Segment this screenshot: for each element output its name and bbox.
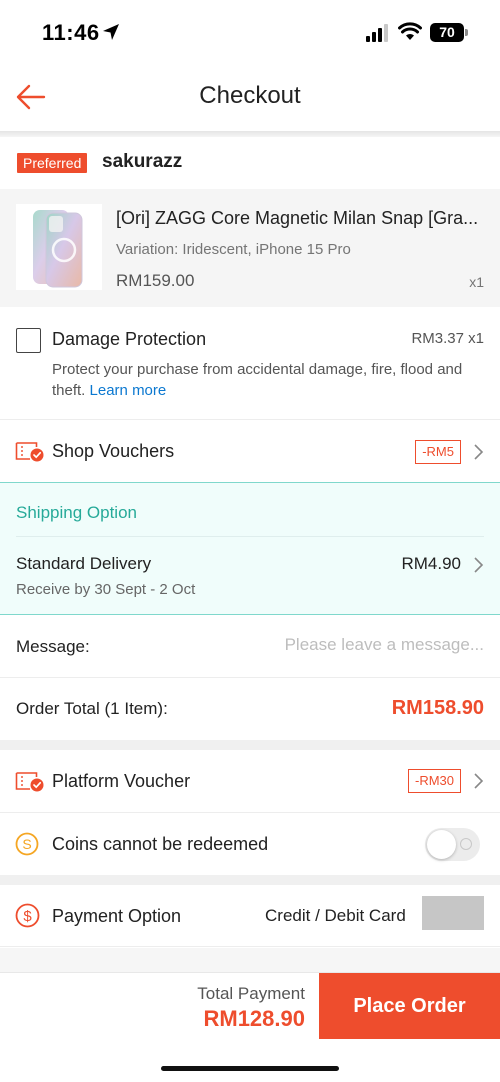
coins-row: S Coins cannot be redeemed [0, 813, 500, 875]
voucher-ticket-icon [15, 442, 44, 462]
battery-indicator: 70 [430, 23, 464, 42]
delivery-method: Standard Delivery [16, 554, 152, 573]
shop-voucher-tag: -RM5 [415, 440, 461, 464]
wifi-icon [398, 22, 422, 40]
section-gap [0, 875, 500, 885]
total-payment-value: RM128.90 [203, 1006, 305, 1031]
order-total-row: Order Total (1 Item): RM158.90 [0, 678, 500, 740]
message-input[interactable] [244, 635, 484, 655]
shipping-option-title: Shipping Option [16, 503, 137, 522]
shipping-option-section[interactable]: Shipping Option Standard Delivery RM4.90… [0, 482, 500, 615]
svg-text:$: $ [23, 908, 32, 925]
payment-option-label: Payment Option [52, 906, 182, 926]
svg-text:S: S [22, 836, 31, 852]
shop-vouchers-row[interactable]: Shop Vouchers -RM5 [0, 421, 500, 482]
delivery-date: Receive by 30 Sept - 2 Oct [16, 581, 196, 598]
section-gap [0, 948, 500, 972]
coins-label: Coins cannot be redeemed [52, 834, 269, 854]
platform-voucher-tag: -RM30 [407, 769, 461, 793]
home-indicator[interactable] [161, 1066, 339, 1071]
place-order-button[interactable]: Place Order [319, 973, 500, 1039]
section-gap [0, 740, 500, 750]
page-title: Checkout [199, 82, 301, 109]
redacted-card-image [422, 896, 484, 930]
battery-tip [465, 29, 468, 36]
chevron-right-icon [474, 557, 484, 573]
total-payment-label: Total Payment [197, 984, 305, 1003]
damage-protection-description: Protect your purchase from accidental da… [52, 359, 484, 401]
status-bar: 11:46 70 [0, 0, 500, 66]
toggle-knob [427, 830, 456, 859]
location-arrow-icon [103, 24, 119, 40]
chevron-right-icon [474, 773, 484, 789]
product-variation: Variation: Iridescent, iPhone 15 Pro [116, 241, 351, 258]
dollar-circle-icon: $ [15, 903, 40, 928]
product-item[interactable]: [Ori] ZAGG Core Magnetic Milan Snap [Gra… [0, 189, 500, 307]
status-time: 11:46 [42, 20, 100, 45]
message-row: Message: [0, 615, 500, 678]
platform-voucher-label: Platform Voucher [52, 771, 191, 791]
shop-name[interactable]: sakurazz [102, 151, 182, 173]
platform-voucher-row[interactable]: Platform Voucher -RM30 [0, 750, 500, 813]
coins-toggle[interactable] [425, 828, 480, 861]
chevron-right-icon [474, 444, 484, 460]
order-total-value: RM158.90 [391, 697, 484, 719]
product-price: RM159.00 [116, 271, 195, 290]
nav-bar: Checkout [0, 66, 500, 132]
damage-protection-price: RM3.37 x1 [411, 330, 484, 347]
cellular-signal-icon [366, 24, 388, 42]
payment-method-value: Credit / Debit Card [265, 906, 406, 925]
message-label: Message: [16, 637, 90, 656]
damage-protection-title: Damage Protection [52, 329, 207, 349]
order-total-label: Order Total (1 Item): [16, 699, 168, 718]
product-name: [Ori] ZAGG Core Magnetic Milan Snap [Gra… [116, 208, 479, 228]
preferred-badge: Preferred [17, 153, 88, 173]
payment-option-row[interactable]: $ Payment Option Credit / Debit Card [0, 885, 500, 947]
checkout-footer: Total Payment RM128.90 Place Order [0, 972, 500, 1039]
voucher-ticket-icon [15, 772, 44, 792]
shop-header: Preferred sakurazz [0, 137, 500, 189]
coin-icon: S [15, 832, 39, 856]
learn-more-link[interactable]: Learn more [90, 382, 167, 399]
shop-vouchers-label: Shop Vouchers [52, 441, 175, 461]
damage-protection-checkbox[interactable] [16, 328, 41, 353]
product-quantity: x1 [469, 274, 484, 290]
delivery-price: RM4.90 [401, 554, 461, 573]
damage-protection: Damage Protection RM3.37 x1 Protect your… [0, 307, 500, 420]
product-image [16, 204, 102, 290]
toggle-off-indicator [460, 838, 472, 850]
shipping-divider [16, 536, 484, 537]
